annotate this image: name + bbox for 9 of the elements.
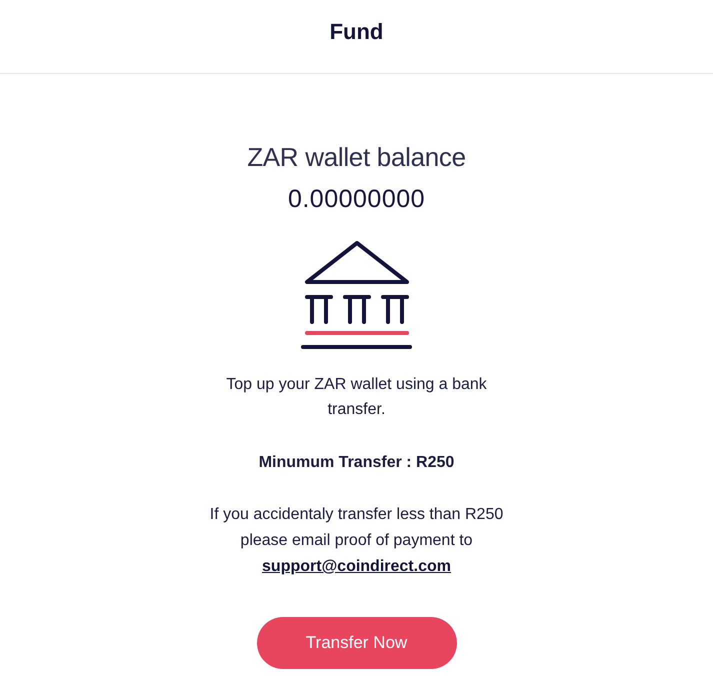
balance-label: ZAR wallet balance — [247, 141, 466, 173]
page-title: Fund — [330, 18, 384, 44]
balance-amount: 0.00000000 — [288, 184, 426, 215]
minimum-transfer-text: Minumum Transfer : R250 — [258, 453, 454, 473]
support-email-link[interactable]: support@coindirect.com — [262, 558, 451, 575]
notice-text: If you accidentaly transfer less than R250 please email proof of payment to support@coindirect.com — [208, 505, 504, 577]
instruction-text: Top up your ZAR wallet using a bank transfer. — [225, 375, 488, 420]
transfer-now-button[interactable]: Transfer Now — [256, 617, 456, 669]
bank-icon — [300, 240, 413, 350]
